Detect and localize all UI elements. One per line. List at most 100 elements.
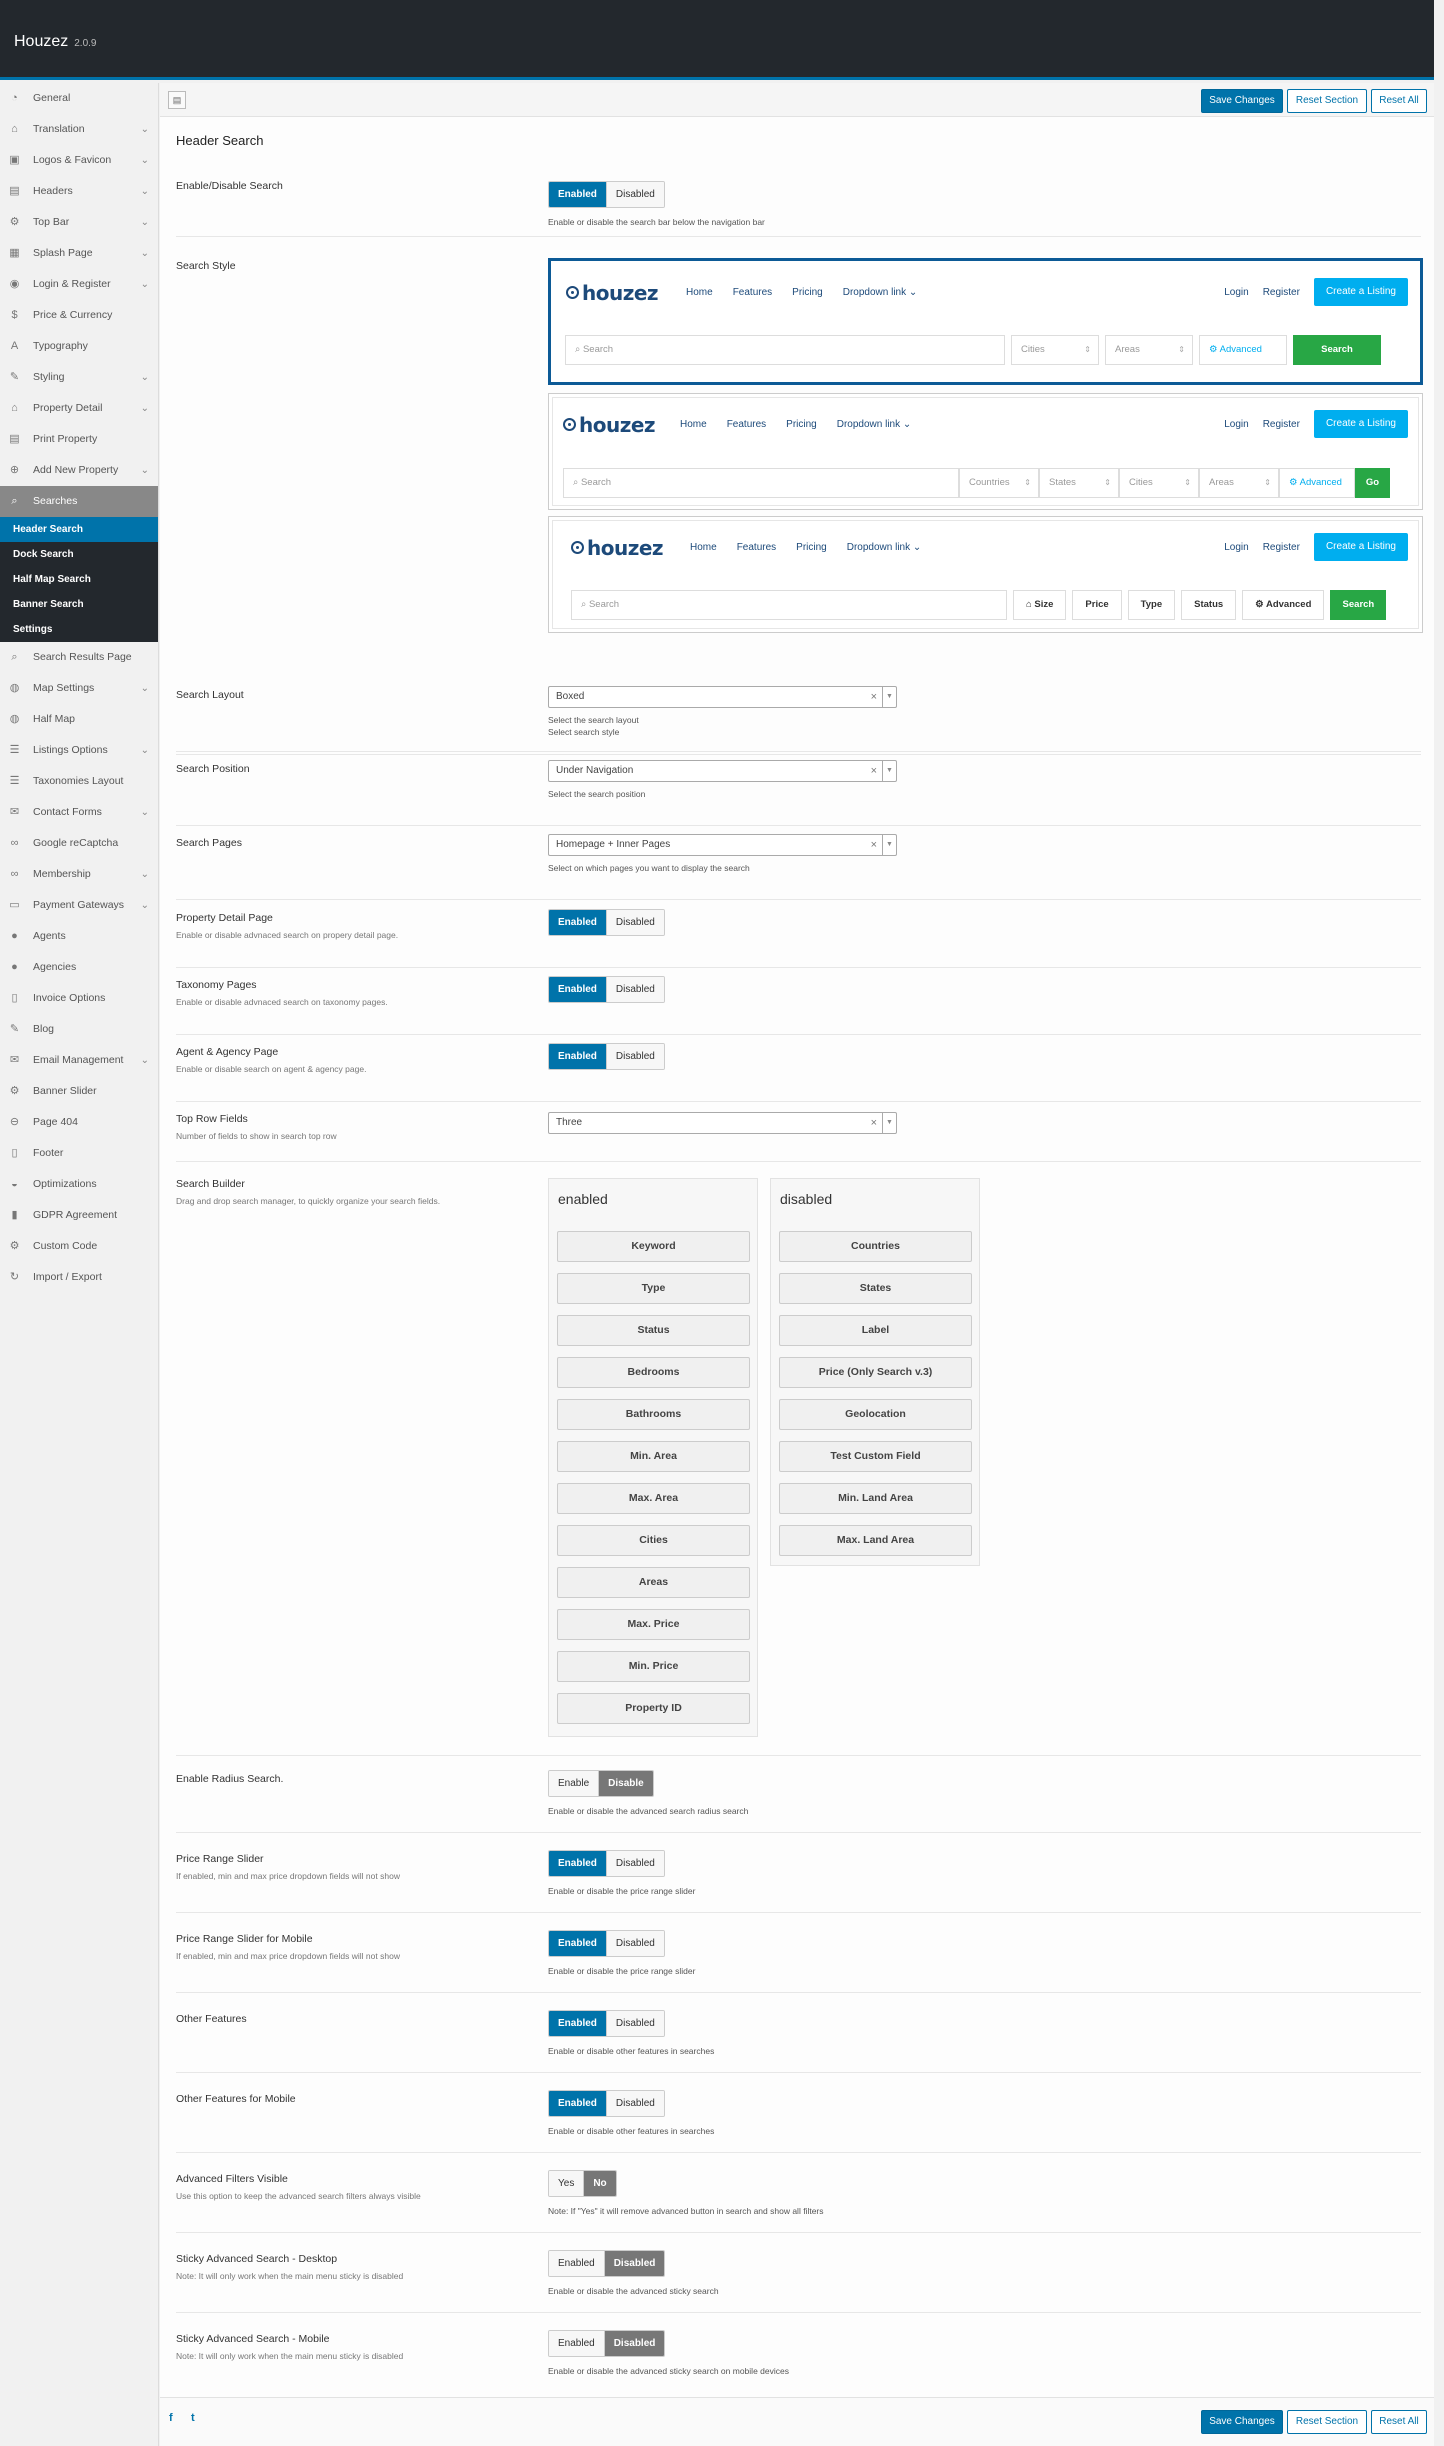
subnav-half-map-search[interactable]: Half Map Search: [0, 567, 158, 592]
advanced-filters-toggle[interactable]: Yes No: [548, 2170, 617, 2197]
builder-field-max-land-area[interactable]: Max. Land Area: [779, 1525, 972, 1556]
search-style-option-1[interactable]: houzez Home Features Pricing Dropdown link …: [548, 258, 1423, 385]
toggle-disabled[interactable]: Disabled: [605, 1931, 664, 1956]
sidebar-item-google-recaptcha[interactable]: ∞ Google reCaptcha: [0, 828, 158, 859]
builder-field-bathrooms[interactable]: Bathrooms: [557, 1399, 750, 1430]
sidebar-item-add-new-property[interactable]: ⊕ Add New Property ⌄: [0, 455, 158, 486]
sidebar-item-top-bar[interactable]: ⚙ Top Bar ⌄: [0, 207, 158, 238]
sidebar-item-translation[interactable]: ⌂ Translation ⌄: [0, 114, 158, 145]
sidebar-item-custom-code[interactable]: ⚙ Custom Code: [0, 1231, 158, 1262]
toggle-disabled[interactable]: Disabled: [605, 182, 664, 207]
radius-search-toggle[interactable]: Enable Disable: [548, 1770, 654, 1797]
sidebar-item-taxonomies-layout[interactable]: ☰ Taxonomies Layout: [0, 766, 158, 797]
toggle-disabled[interactable]: Disabled: [605, 910, 664, 935]
search-position-select[interactable]: Under Navigation × ▼: [548, 760, 897, 782]
toggle-disabled[interactable]: Disabled: [605, 1851, 664, 1876]
expand-options-icon[interactable]: ▤: [168, 91, 186, 109]
sidebar-item-payment-gateways[interactable]: ▭ Payment Gateways ⌄: [0, 890, 158, 921]
toggle-disabled[interactable]: Disabled: [605, 2091, 664, 2116]
toggle-enabled[interactable]: Enabled: [549, 1931, 606, 1956]
other-features-mobile-toggle[interactable]: Enabled Disabled: [548, 2090, 665, 2117]
property-detail-toggle[interactable]: Enabled Disabled: [548, 909, 665, 936]
builder-field-min-land-area[interactable]: Min. Land Area: [779, 1483, 972, 1514]
toggle-enabled[interactable]: Enabled: [549, 2091, 606, 2116]
save-changes-button-bottom[interactable]: Save Changes: [1201, 2410, 1283, 2434]
toggle-enabled[interactable]: Enabled: [549, 1851, 606, 1876]
toggle-disable[interactable]: Disable: [598, 1771, 653, 1796]
sidebar-item-import-export[interactable]: ↻ Import / Export: [0, 1262, 158, 1293]
toggle-enable[interactable]: Enable: [549, 1771, 599, 1796]
toggle-enabled[interactable]: Enabled: [549, 910, 606, 935]
builder-field-property-id[interactable]: Property ID: [557, 1693, 750, 1724]
agent-agency-toggle[interactable]: Enabled Disabled: [548, 1043, 665, 1070]
sidebar-item-price-currency[interactable]: $ Price & Currency: [0, 300, 158, 331]
reset-section-button[interactable]: Reset Section: [1287, 89, 1367, 113]
top-row-fields-select[interactable]: Three × ▼: [548, 1112, 897, 1134]
sidebar-item-listings-options[interactable]: ☰ Listings Options ⌄: [0, 735, 158, 766]
reset-all-button[interactable]: Reset All: [1371, 89, 1427, 113]
sidebar-item-invoice-options[interactable]: ▯ Invoice Options: [0, 983, 158, 1014]
search-style-option-2[interactable]: houzez Home Features Pricing Dropdown link …: [548, 393, 1423, 510]
sticky-desktop-toggle[interactable]: Enabled Disabled: [548, 2250, 666, 2277]
price-range-slider-mobile-toggle[interactable]: Enabled Disabled: [548, 1930, 665, 1957]
sidebar-item-agencies[interactable]: ● Agencies: [0, 952, 158, 983]
sidebar-item-agents[interactable]: ● Agents: [0, 921, 158, 952]
toggle-enabled[interactable]: Enabled: [549, 1044, 606, 1069]
search-pages-select[interactable]: Homepage + Inner Pages × ▼: [548, 834, 897, 856]
builder-field-areas[interactable]: Areas: [557, 1567, 750, 1598]
builder-field-test-custom-field[interactable]: Test Custom Field: [779, 1441, 972, 1472]
toggle-enabled[interactable]: Enabled: [549, 2011, 606, 2036]
subnav-header-search[interactable]: Header Search: [0, 517, 158, 542]
sidebar-item-blog[interactable]: ✎ Blog: [0, 1014, 158, 1045]
builder-enabled-column[interactable]: enabled Keyword Type Status Bedrooms Bathroo…: [548, 1178, 758, 1737]
builder-field-type[interactable]: Type: [557, 1273, 750, 1304]
builder-field-states[interactable]: States: [779, 1273, 972, 1304]
sidebar-item-page-404[interactable]: ⊖ Page 404: [0, 1107, 158, 1138]
sidebar-item-general[interactable]: ◔ General: [0, 83, 158, 114]
builder-field-min-area[interactable]: Min. Area: [557, 1441, 750, 1472]
toggle-disabled[interactable]: Disabled: [605, 977, 664, 1002]
subnav-banner-search[interactable]: Banner Search: [0, 592, 158, 617]
sidebar-item-property-detail[interactable]: ⌂ Property Detail ⌄: [0, 393, 158, 424]
sidebar-item-print-property[interactable]: ▤ Print Property: [0, 424, 158, 455]
toggle-disabled[interactable]: Disabled: [605, 2011, 664, 2036]
sidebar-item-gdpr-agreement[interactable]: ▮ GDPR Agreement: [0, 1200, 158, 1231]
sidebar-item-email-management[interactable]: ✉ Email Management ⌄: [0, 1045, 158, 1076]
builder-disabled-column[interactable]: disabled Countries States Label Price (Only…: [770, 1178, 980, 1566]
enable-search-toggle[interactable]: Enabled Disabled: [548, 181, 665, 208]
builder-field-cities[interactable]: Cities: [557, 1525, 750, 1556]
toggle-no[interactable]: No: [583, 2171, 616, 2196]
sidebar-item-footer[interactable]: ▯ Footer: [0, 1138, 158, 1169]
sidebar-item-login-register[interactable]: ◉ Login & Register ⌄: [0, 269, 158, 300]
sidebar-item-optimizations[interactable]: ◒ Optimizations: [0, 1169, 158, 1200]
reset-section-button-bottom[interactable]: Reset Section: [1287, 2410, 1367, 2434]
sticky-mobile-toggle[interactable]: Enabled Disabled: [548, 2330, 666, 2357]
search-layout-select[interactable]: Boxed × ▼: [548, 686, 897, 708]
other-features-toggle[interactable]: Enabled Disabled: [548, 2010, 665, 2037]
sidebar-item-splash-page[interactable]: ▦ Splash Page ⌄: [0, 238, 158, 269]
builder-field-price-only-search-v-3[interactable]: Price (Only Search v.3): [779, 1357, 972, 1388]
subnav-settings[interactable]: Settings: [0, 617, 158, 642]
builder-field-max-area[interactable]: Max. Area: [557, 1483, 750, 1514]
twitter-icon[interactable]: t: [191, 2412, 195, 2424]
toggle-enabled[interactable]: Enabled: [549, 2331, 604, 2356]
toggle-enabled[interactable]: Enabled: [549, 2251, 604, 2276]
toggle-disabled[interactable]: Disabled: [603, 2251, 665, 2276]
builder-field-max-price[interactable]: Max. Price: [557, 1609, 750, 1640]
builder-field-bedrooms[interactable]: Bedrooms: [557, 1357, 750, 1388]
toggle-disabled[interactable]: Disabled: [603, 2331, 665, 2356]
subnav-dock-search[interactable]: Dock Search: [0, 542, 158, 567]
sidebar-item-map-settings[interactable]: ◍ Map Settings ⌄: [0, 673, 158, 704]
sidebar-item-banner-slider[interactable]: ⚙ Banner Slider: [0, 1076, 158, 1107]
toggle-yes[interactable]: Yes: [549, 2171, 584, 2196]
builder-field-geolocation[interactable]: Geolocation: [779, 1399, 972, 1430]
sidebar-item-logos-favicon[interactable]: ▣ Logos & Favicon ⌄: [0, 145, 158, 176]
sidebar-item-typography[interactable]: A Typography: [0, 331, 158, 362]
reset-all-button-bottom[interactable]: Reset All: [1371, 2410, 1427, 2434]
search-style-option-3[interactable]: houzez Home Features Pricing Dropdown link …: [548, 516, 1423, 633]
builder-field-label[interactable]: Label: [779, 1315, 972, 1346]
sidebar-item-searches[interactable]: ⌕ Searches: [0, 486, 158, 517]
taxonomy-toggle[interactable]: Enabled Disabled: [548, 976, 665, 1003]
facebook-icon[interactable]: f: [169, 2412, 173, 2424]
sidebar-item-half-map[interactable]: ◍ Half Map: [0, 704, 158, 735]
